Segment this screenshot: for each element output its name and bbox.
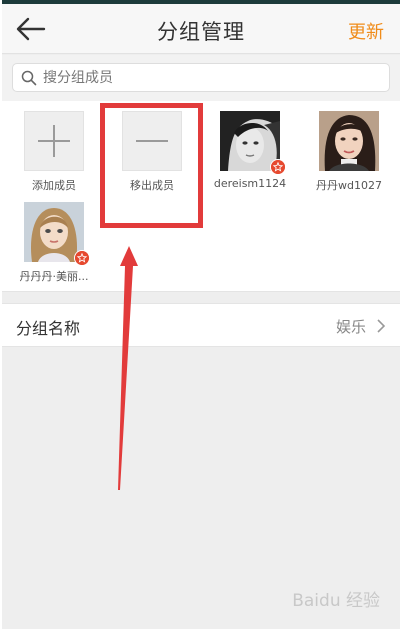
plus-icon [24, 111, 84, 171]
group-name-label: 分组名称 [16, 319, 81, 338]
page-title: 分组管理 [157, 20, 245, 44]
update-button[interactable]: 更新 [348, 18, 384, 44]
search-icon [21, 70, 37, 86]
member-label: 添加成员 [32, 179, 76, 192]
search-box [12, 63, 390, 92]
app-screen: 分组管理 更新 添加成员 [0, 0, 402, 629]
add-member-button[interactable]: 添加成员 [14, 111, 94, 193]
group-name-value: 娱乐 [335, 318, 366, 336]
header-bar: 分组管理 更新 [2, 4, 400, 54]
chevron-right-icon [377, 319, 386, 333]
avatar [319, 111, 379, 171]
member-grid: 添加成员 移出成员 dereism1124 丹丹wd1027 丹丹丹·美丽... [2, 101, 400, 291]
search-input[interactable] [43, 67, 381, 89]
star-badge-icon [270, 159, 286, 175]
member-label: 丹丹丹·美丽... [19, 270, 89, 283]
group-name-row[interactable]: 分组名称 娱乐 [2, 303, 400, 347]
member-dandandan-meili[interactable]: 丹丹丹·美丽... [14, 202, 94, 284]
remove-member-button[interactable]: 移出成员 [112, 111, 192, 193]
member-label: dereism1124 [213, 177, 287, 190]
section-divider [2, 291, 400, 303]
minus-icon [122, 111, 182, 171]
search-bar [2, 55, 400, 101]
member-label: 丹丹wd1027 [316, 179, 382, 192]
member-dereism1124[interactable]: dereism1124 [210, 111, 290, 190]
star-badge-icon [74, 250, 90, 266]
member-dandanwd1027[interactable]: 丹丹wd1027 [309, 111, 389, 193]
member-label: 移出成员 [130, 179, 174, 192]
watermark: Baidu 经验 [292, 591, 380, 611]
